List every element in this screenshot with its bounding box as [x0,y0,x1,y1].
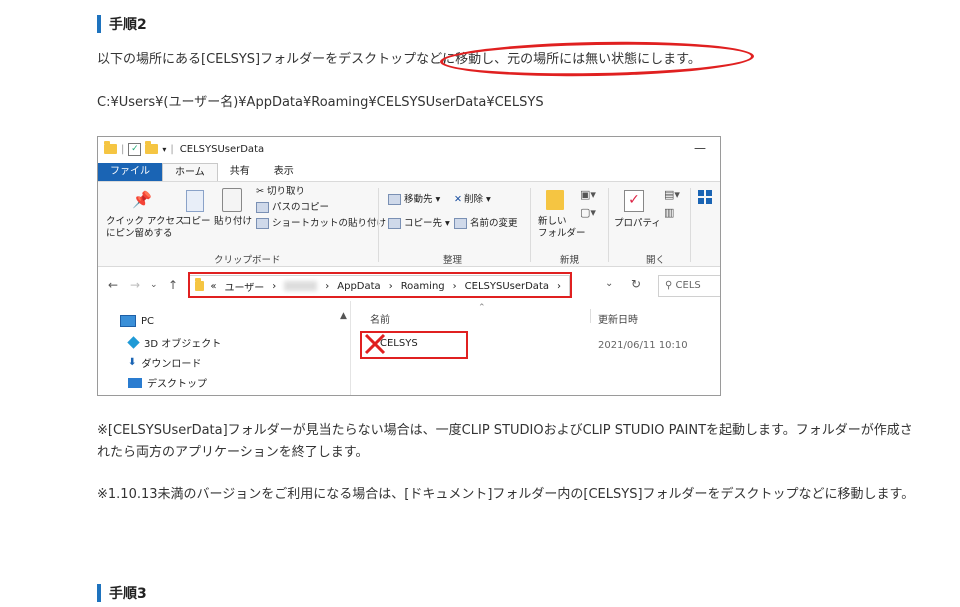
quick-access-pin-button[interactable]: クイック アクセス にピン留めする [106,216,185,240]
step2-title: 手順2 [109,17,147,33]
pc-icon [120,315,136,327]
tab-file[interactable]: ファイル [98,163,162,181]
checkmark-icon[interactable]: ✓ [128,142,142,156]
qat-dropdown-icon[interactable]: ▾ [162,145,166,154]
file-highlight-box [360,331,468,359]
tab-share[interactable]: 共有 [218,163,262,181]
nav-item-desktop[interactable]: デスクトップ [128,375,207,390]
copy-icon[interactable] [186,190,204,212]
navigation-pane: PC 3D オブジェクト ⬇ ダウンロード デスクトップ [98,305,328,395]
tab-view[interactable]: 表示 [262,163,306,181]
nav-item-pc[interactable]: PC [120,315,154,327]
nav-item-downloads[interactable]: ⬇ ダウンロード [128,355,201,370]
column-header-date[interactable]: 更新日時 [598,311,638,326]
address-highlight-box [188,272,572,298]
search-input[interactable]: ⚲ CELS [658,275,720,297]
recent-dropdown-icon[interactable]: ⌄ [150,280,158,290]
note-missing-folder: ※[CELSYSUserData]フォルダーが見当たらない場合は、一度CLIP … [97,423,913,460]
move-to-button[interactable]: 移動先 ▾ [388,194,440,206]
heading-bar [97,15,101,33]
scroll-up-icon[interactable]: ▲ [340,311,347,321]
ribbon-tabs: ファイル ホーム 共有 表示 [98,163,720,181]
easy-access-icon[interactable]: ▢▾ [580,206,596,219]
delete-icon: ✕ [454,194,462,205]
clipboard-group-label: クリップボード [214,255,281,266]
pin-icon[interactable]: 📌 [132,190,152,209]
organize-group-label: 整理 [443,255,463,266]
scissors-icon: ✂ [256,186,267,197]
copy-to-icon [388,218,401,229]
open-icon[interactable]: ▤▾ [664,188,680,201]
properties-icon[interactable]: ✓ [624,190,644,212]
edit-icon[interactable]: ▥ [664,206,674,219]
cube-icon [127,336,140,349]
download-icon: ⬇ [128,357,137,368]
new-folder-icon[interactable] [145,141,159,154]
step3-title: 手順3 [109,586,147,602]
shortcut-icon [256,218,269,229]
copy-to-button[interactable]: コピー先 ▾ [388,218,450,230]
copy-path-button[interactable]: パスのコピー [256,202,329,214]
ribbon: 📌 クイック アクセス にピン留めする コピー 貼り付け ✂ 切り取り パスのコ… [98,181,720,267]
new-item-icon[interactable]: ▣▾ [580,188,596,201]
folder-path: C:¥Users¥(ユーザー名)¥AppData¥Roaming¥CELSYSU… [97,95,544,110]
tab-home[interactable]: ホーム [162,163,218,181]
explorer-screenshot: | ✓ ▾ | CELSYSUserData — ファイル ホーム 共有 表示 … [97,136,721,396]
paste-shortcut-button[interactable]: ショートカットの貼り付け [256,218,386,230]
paste-button[interactable]: 貼り付け [214,216,252,228]
rename-button[interactable]: 名前の変更 [454,218,518,230]
new-folder-big-icon[interactable] [546,190,564,210]
select-icon[interactable] [698,190,712,204]
refresh-icon[interactable]: ↻ [631,277,641,291]
window-titlebar: | ✓ ▾ | CELSYSUserData — [98,137,720,161]
copy-button[interactable]: コピー [182,216,211,228]
search-icon: ⚲ [665,280,676,291]
minimize-button[interactable]: — [694,141,706,155]
window-title: CELSYSUserData [179,143,265,155]
address-dropdown-icon[interactable]: ⌄ [605,278,613,289]
rename-icon [454,218,467,229]
forward-arrow-icon[interactable]: → [130,278,140,292]
open-group-label: 開く [646,255,666,266]
up-arrow-icon[interactable]: ↑ [168,278,178,292]
cut-button[interactable]: ✂ 切り取り [256,186,305,198]
clipboard-icon[interactable] [222,188,242,212]
nav-item-3d-objects[interactable]: 3D オブジェクト [127,335,221,350]
move-icon [388,194,401,205]
properties-button[interactable]: プロパティ [614,218,661,230]
file-date: 2021/06/11 10:10 [598,340,688,351]
new-group-label: 新規 [560,255,580,266]
step2-heading: 手順2 [97,14,147,34]
address-row: ← → ⌄ ↑ « ユーザー › › AppData › Roaming › C… [98,269,720,301]
path-icon [256,202,269,213]
delete-button[interactable]: ✕ 削除 ▾ [454,194,491,206]
back-arrow-icon[interactable]: ← [108,278,118,292]
heading-bar [97,584,101,602]
folder-icon [104,141,117,154]
column-header-name[interactable]: 名前 [370,311,390,326]
new-folder-button[interactable]: 新しい フォルダー [538,216,586,240]
step3-heading: 手順3 [97,583,147,603]
sort-indicator-icon: ⌃ [478,303,486,313]
red-circle-annotation [439,39,755,79]
note-old-version: ※1.10.13未満のバージョンをご利用になる場合は、[ドキュメント]フォルダー… [97,487,915,502]
file-list: ⌃ 名前 更新日時 CELSYS 2021/06/11 10:10 [358,303,720,395]
desktop-icon [128,377,142,388]
